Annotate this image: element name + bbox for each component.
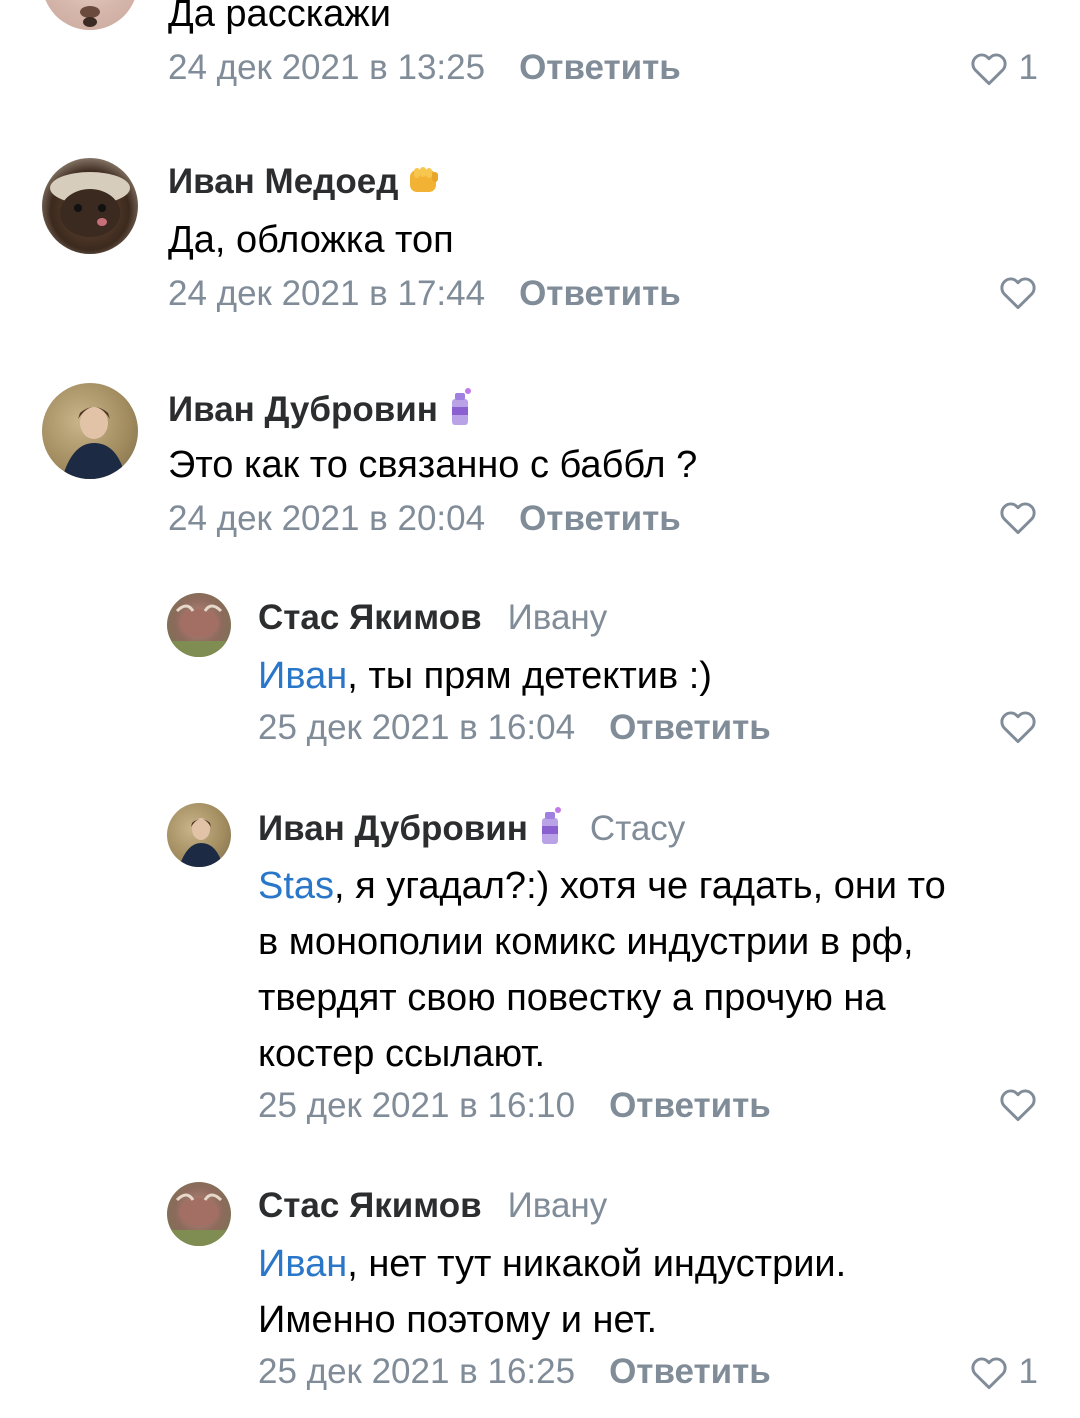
mention-link[interactable]: Иван	[258, 1243, 347, 1285]
author-row: Иван Медоед	[168, 162, 442, 202]
author-row: Иван Дубровин Стасу	[258, 806, 685, 851]
comment-date[interactable]: 24 дек 2021 в 20:04	[168, 499, 485, 539]
author-name[interactable]: Иван Дубровин	[168, 390, 438, 430]
comment-meta: 25 дек 2021 в 16:10 Ответить	[258, 1086, 771, 1126]
comment-text: Да, обложка топ	[168, 219, 454, 261]
reply-to-name[interactable]: Стасу	[590, 809, 685, 849]
avatar-image	[167, 1193, 231, 1246]
heart-outline-icon	[1000, 1089, 1036, 1122]
avatar[interactable]	[167, 1182, 231, 1246]
comment-text: Stas, я угадал?:) хотя че гадать, они то…	[258, 865, 946, 1075]
mention-link[interactable]: Иван	[258, 655, 347, 697]
comment-date[interactable]: 25 дек 2021 в 16:04	[258, 708, 575, 748]
reply-button[interactable]: Ответить	[609, 708, 771, 748]
avatar-image	[50, 172, 130, 237]
comment-text: Да расскажи	[168, 0, 391, 35]
author-row: Иван Дубровин	[168, 387, 474, 432]
avatar[interactable]	[42, 383, 138, 479]
heart-outline-icon	[970, 53, 1007, 86]
avatar-image	[179, 818, 223, 867]
comment-meta: 25 дек 2021 в 16:04 Ответить	[258, 708, 771, 748]
avatar[interactable]	[42, 158, 138, 254]
avatar[interactable]	[167, 593, 231, 657]
fist-emoji	[406, 164, 442, 201]
comment-date[interactable]: 25 дек 2021 в 16:25	[258, 1352, 575, 1392]
author-row: Стас Якимов Ивану	[258, 1186, 607, 1226]
reply-button[interactable]: Ответить	[519, 499, 681, 539]
avatar[interactable]	[167, 803, 231, 867]
comment-meta: 24 дек 2021 в 17:44 Ответить	[168, 274, 681, 314]
like-button[interactable]	[998, 708, 1038, 744]
like-count: 1	[1018, 1352, 1038, 1391]
avatar-image	[80, 6, 100, 27]
like-count: 1	[1018, 48, 1038, 87]
comment-meta: 25 дек 2021 в 16:25 Ответить	[258, 1352, 771, 1392]
comment-text: Иван, ты прям детектив :)	[258, 655, 712, 697]
avatar-image	[62, 407, 126, 479]
comment-meta: 24 дек 2021 в 20:04 Ответить	[168, 499, 681, 539]
reply-button[interactable]: Ответить	[609, 1086, 771, 1126]
comment-date[interactable]: 24 дек 2021 в 13:25	[168, 48, 485, 88]
like-button[interactable]	[998, 499, 1038, 535]
like-button[interactable]: 1	[969, 48, 1038, 88]
like-button[interactable]	[998, 274, 1038, 310]
author-row: Стас Якимов Ивану	[258, 598, 607, 638]
avatar-image	[167, 604, 231, 657]
comment-text: Это как то связанно с баббл ?	[168, 444, 698, 486]
spray-can-emoji	[446, 387, 474, 432]
author-name[interactable]: Стас Якимов	[258, 598, 482, 638]
spray-can-emoji	[536, 806, 564, 851]
reply-button[interactable]: Ответить	[519, 48, 681, 88]
heart-outline-icon	[1000, 711, 1036, 744]
author-name[interactable]: Иван Медоед	[168, 162, 398, 202]
reply-to-name[interactable]: Ивану	[508, 1186, 608, 1226]
mention-link[interactable]: Stas	[258, 865, 334, 907]
reply-button[interactable]: Ответить	[519, 274, 681, 314]
author-name[interactable]: Стас Якимов	[258, 1186, 482, 1226]
comment-meta: 24 дек 2021 в 13:25 Ответить	[168, 48, 681, 88]
reply-to-name[interactable]: Ивану	[508, 598, 608, 638]
comment-text: Иван, нет тут никакой индустрии. Именно …	[258, 1243, 847, 1341]
heart-outline-icon	[1000, 277, 1036, 310]
like-button[interactable]	[998, 1086, 1038, 1122]
author-name[interactable]: Иван Дубровин	[258, 809, 528, 849]
heart-outline-icon	[970, 1357, 1007, 1390]
comment-date[interactable]: 24 дек 2021 в 17:44	[168, 274, 485, 314]
avatar[interactable]	[42, 0, 138, 30]
heart-outline-icon	[1000, 502, 1036, 535]
comment-date[interactable]: 25 дек 2021 в 16:10	[258, 1086, 575, 1126]
like-button[interactable]: 1	[969, 1352, 1038, 1392]
reply-button[interactable]: Ответить	[609, 1352, 771, 1392]
